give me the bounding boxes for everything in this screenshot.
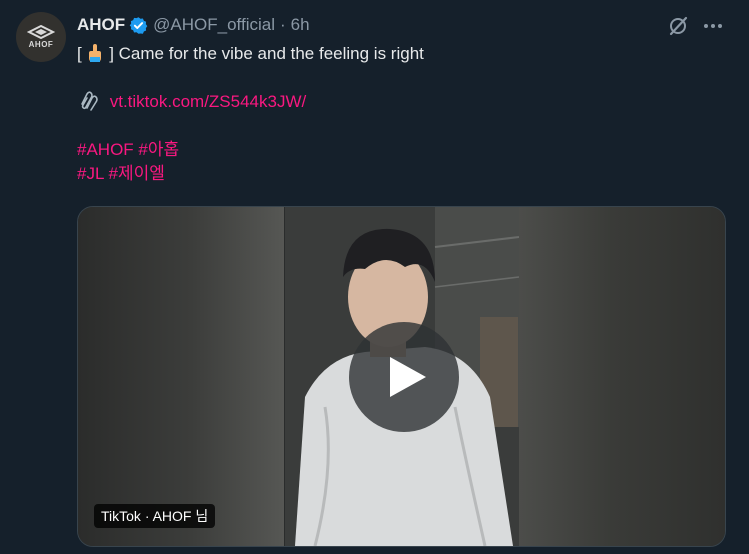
avatar-label: AHOF [28,40,54,49]
video-blur-right [519,207,725,546]
verified-badge-icon [129,16,148,34]
hashtag-jl-korean[interactable]: #제이엘 [109,164,165,183]
tweet-header: AHOF @AHOF_official · 6h [77,14,310,36]
ahof-logo-icon [27,25,55,39]
handle[interactable]: @AHOF_official [153,15,275,35]
hashtag-row-1: #AHOF #아홉 [77,138,424,162]
tiktok-link[interactable]: vt.tiktok.com/ZS544k3JW/ [110,92,307,111]
timestamp[interactable]: 6h [291,15,310,35]
hashtag-row-2: #JL #제이엘 [77,162,424,186]
tweet-text: [ ] Came for the vibe and the feeling is… [77,42,424,186]
play-icon [390,357,426,397]
tweet-link-line: vt.tiktok.com/ZS544k3JW/ [77,90,424,114]
paperclip-icon [81,91,98,111]
pointing-hand-emoji-icon [89,44,102,62]
video-card[interactable]: TikTok · AHOF 님 [77,206,726,547]
display-name[interactable]: AHOF [77,15,125,35]
hashtag-ahof[interactable]: #AHOF [77,140,134,159]
play-button[interactable] [349,322,459,432]
more-icon[interactable] [701,14,725,38]
video-blur-left [78,207,284,546]
separator-dot: · [280,15,286,34]
source-badge: TikTok · AHOF 님 [94,504,216,528]
tweet-line-1-text: ] Came for the vibe and the feeling is r… [109,44,424,63]
bracket-open: [ [77,44,82,63]
hashtag-ahof-korean[interactable]: #아홉 [138,140,179,159]
hashtag-jl[interactable]: #JL [77,164,104,183]
avatar[interactable]: AHOF [16,12,66,62]
grok-icon[interactable] [667,15,689,37]
tweet-line-1: [ ] Came for the vibe and the feeling is… [77,42,424,66]
